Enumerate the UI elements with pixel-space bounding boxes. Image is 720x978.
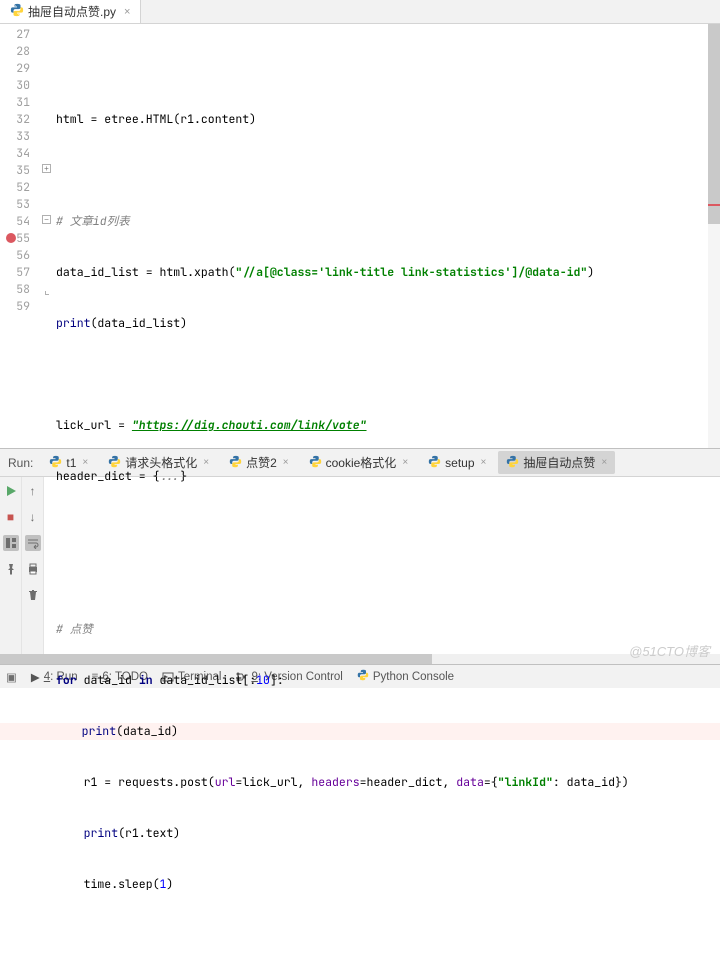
- run-toolbar-left: ■: [0, 477, 22, 664]
- python-file-icon: [10, 3, 24, 20]
- code-area[interactable]: html = etree.HTML(r1.content) # 文章id列表 d…: [54, 24, 720, 448]
- scrollbar-breakpoint-mark: [708, 204, 720, 206]
- pin-icon[interactable]: [3, 561, 19, 577]
- wrap-icon[interactable]: [25, 535, 41, 551]
- horizontal-scrollbar[interactable]: [0, 654, 720, 664]
- down-icon[interactable]: ↓: [25, 509, 41, 525]
- layout-icon[interactable]: [3, 535, 19, 551]
- show-panel-icon[interactable]: ▣: [6, 670, 17, 684]
- fold-column: +−: [42, 24, 54, 448]
- stop-icon[interactable]: ■: [3, 509, 19, 525]
- line-gutter: 2728293031323334355253545556575859: [0, 24, 42, 448]
- fold-toggle[interactable]: +: [42, 164, 51, 173]
- editor-tab-label: 抽屉自动点赞.py: [28, 3, 116, 20]
- print-icon[interactable]: [25, 561, 41, 577]
- close-icon[interactable]: ×: [124, 6, 130, 18]
- trash-icon[interactable]: [25, 587, 41, 603]
- scrollbar-thumb[interactable]: [0, 654, 432, 664]
- up-icon[interactable]: ↑: [25, 483, 41, 499]
- editor-tab[interactable]: 抽屉自动点赞.py ×: [0, 0, 141, 23]
- fold-toggle[interactable]: −: [42, 215, 51, 224]
- scrollbar-thumb[interactable]: [708, 24, 720, 224]
- code-editor[interactable]: 2728293031323334355253545556575859 +− ht…: [0, 24, 720, 448]
- run-label: Run:: [8, 456, 33, 470]
- breakpoint-icon[interactable]: [6, 233, 16, 243]
- run-toolbar-right: ↑ ↓: [22, 477, 44, 664]
- run-icon[interactable]: [3, 483, 19, 499]
- vertical-scrollbar[interactable]: [708, 24, 720, 448]
- editor-tab-bar: 抽屉自动点赞.py ×: [0, 0, 720, 24]
